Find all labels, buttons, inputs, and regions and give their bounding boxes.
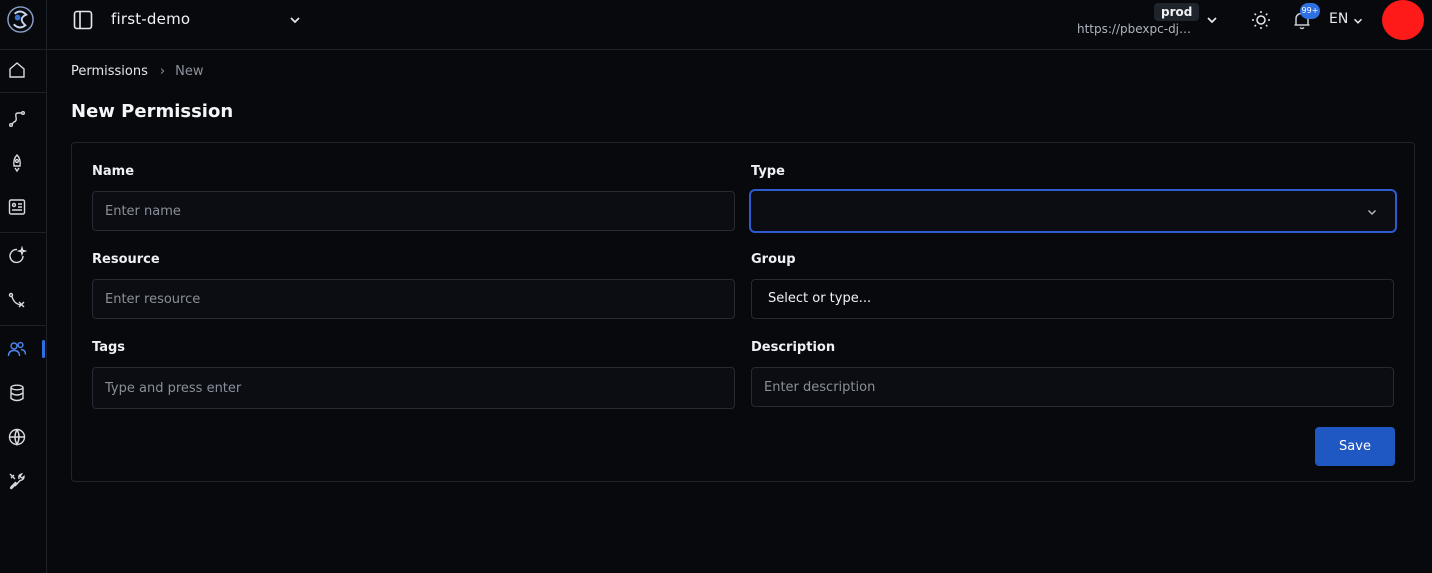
route-icon[interactable] — [6, 108, 28, 130]
breadcrumb-permissions-link[interactable]: Permissions — [71, 64, 148, 79]
resource-input[interactable] — [92, 279, 735, 319]
sidebar-toggle-icon[interactable] — [73, 10, 93, 30]
top-bar: first-demo prod https://pbexpc-djp... 99… — [47, 0, 1432, 50]
tools-icon[interactable] — [6, 470, 28, 492]
rocket-icon[interactable] — [6, 152, 28, 174]
environment-url: https://pbexpc-djp... — [1077, 22, 1195, 36]
permission-form: Name Type Resource Group Select or type.… — [71, 142, 1415, 482]
type-label: Type — [751, 164, 785, 179]
globe-icon[interactable] — [6, 426, 28, 448]
database-icon[interactable] — [6, 382, 28, 404]
chevron-down-icon — [1368, 210, 1376, 215]
breadcrumb: Permissions › New — [71, 64, 203, 79]
resource-label: Resource — [92, 252, 160, 267]
project-selector[interactable]: first-demo — [111, 10, 190, 28]
page-title: New Permission — [71, 101, 234, 122]
sidebar — [0, 0, 47, 573]
save-button[interactable]: Save — [1315, 427, 1395, 466]
type-select[interactable] — [749, 189, 1397, 233]
dashboard-icon[interactable] — [6, 196, 28, 218]
home-icon[interactable] — [6, 59, 28, 81]
name-label: Name — [92, 164, 135, 179]
language-selector[interactable]: EN — [1329, 11, 1348, 27]
description-input[interactable] — [751, 367, 1394, 407]
tags-input[interactable] — [92, 367, 735, 409]
tags-label: Tags — [92, 340, 126, 355]
sidebar-divider — [0, 49, 46, 50]
environment-badge[interactable]: prod — [1154, 3, 1200, 21]
app-logo-icon[interactable] — [6, 5, 35, 34]
sidebar-divider — [0, 232, 46, 233]
chevron-down-icon[interactable] — [287, 12, 303, 28]
group-select[interactable]: Select or type... — [751, 279, 1394, 319]
sun-icon[interactable] — [1250, 9, 1272, 31]
users-icon[interactable] — [6, 338, 28, 360]
breadcrumb-current: New — [175, 64, 204, 79]
description-label: Description — [751, 340, 836, 355]
name-input[interactable] — [92, 191, 735, 231]
chevron-down-icon[interactable] — [1204, 12, 1220, 28]
breadcrumb-separator-icon: › — [159, 64, 166, 79]
notification-badge: 99+ — [1300, 3, 1320, 19]
active-indicator — [42, 340, 45, 358]
flow-icon[interactable] — [6, 289, 28, 311]
chevron-down-icon[interactable] — [1351, 13, 1365, 27]
sidebar-divider — [0, 92, 46, 93]
group-label: Group — [751, 252, 796, 267]
sidebar-divider — [0, 325, 46, 326]
avatar[interactable] — [1382, 0, 1424, 40]
spark-icon[interactable] — [6, 245, 28, 267]
